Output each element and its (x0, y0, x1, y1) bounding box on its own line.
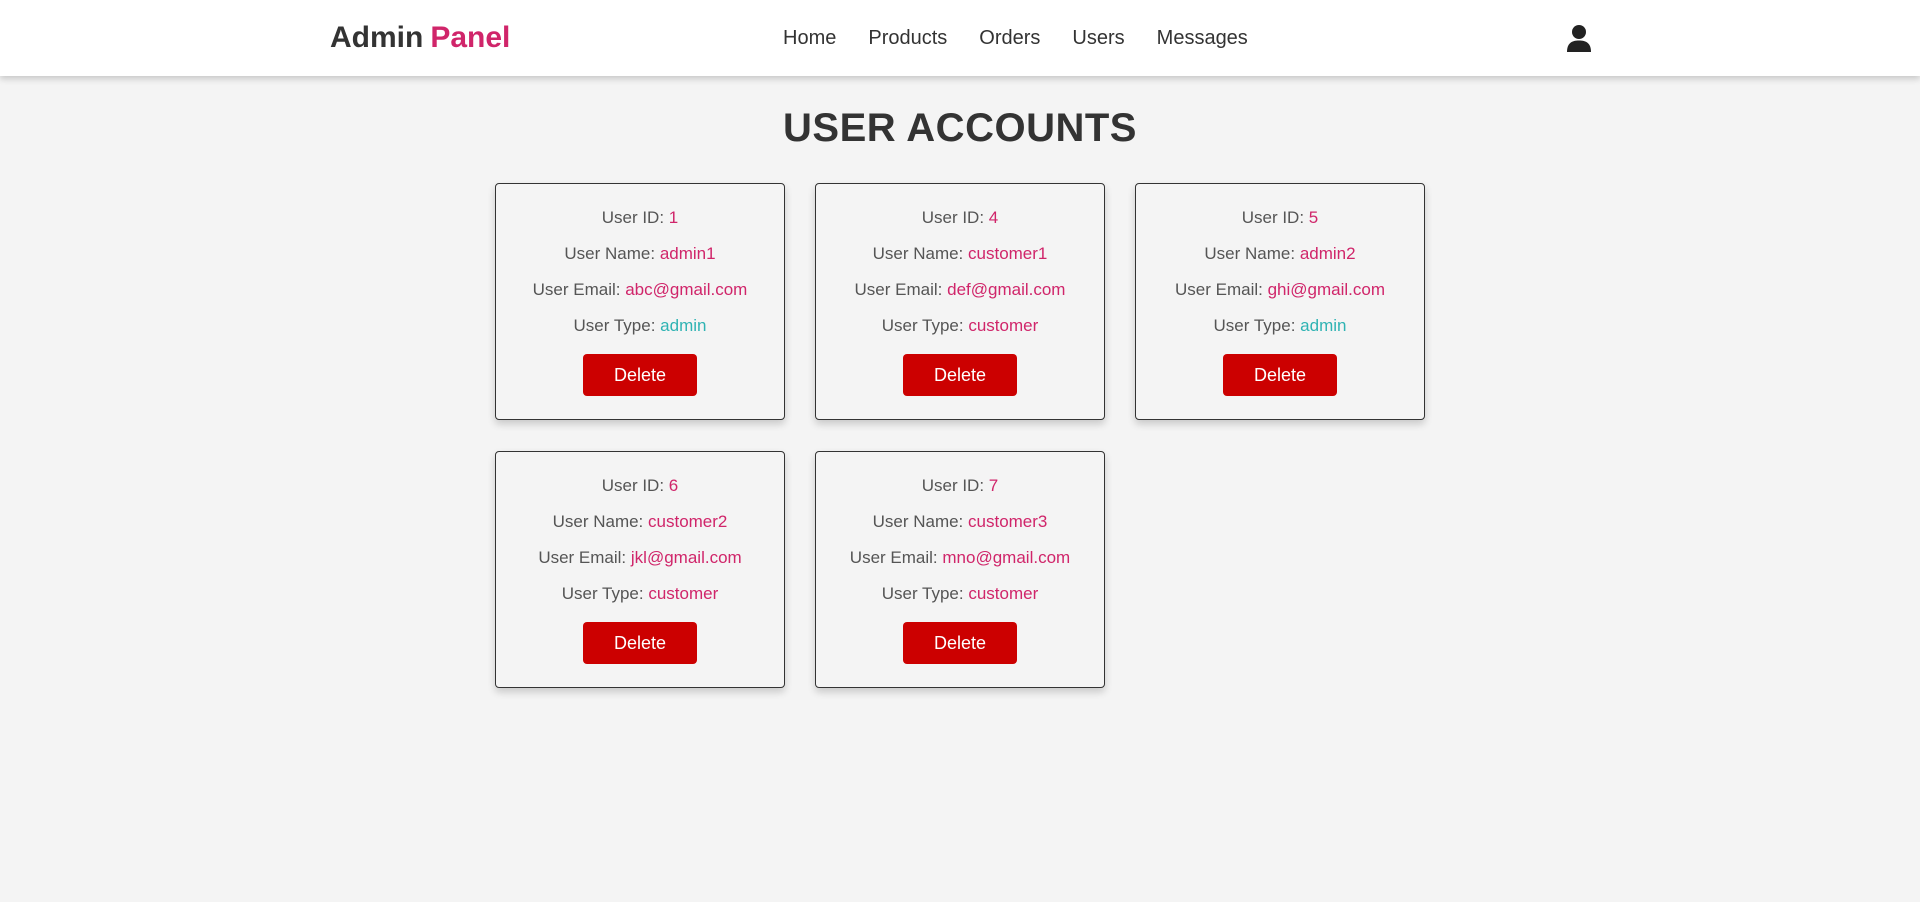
user-card: User ID: 1 User Name: admin1 User Email: a… (495, 183, 785, 420)
user-id-label: User ID: (601, 476, 665, 495)
user-id-row: User ID: 5 (1136, 208, 1424, 244)
user-email-row: User Email: ghi@gmail.com (1136, 280, 1424, 316)
user-id-row: User ID: 7 (816, 476, 1104, 512)
user-email-row: User Email: def@gmail.com (816, 280, 1104, 316)
user-name-row: User Name: customer2 (496, 512, 784, 548)
user-name-row: User Name: admin2 (1136, 244, 1424, 280)
user-name-label: User Name: (872, 512, 964, 531)
user-name-value: customer3 (968, 512, 1048, 531)
user-name-value: admin1 (659, 244, 716, 263)
user-email-label: User Email: (1175, 280, 1263, 299)
user-name-value: customer1 (968, 244, 1048, 263)
user-name-label: User Name: (564, 244, 656, 263)
user-email-value: abc@gmail.com (625, 280, 748, 299)
user-email-value: ghi@gmail.com (1267, 280, 1385, 299)
user-email-row: User Email: jkl@gmail.com (496, 548, 784, 584)
user-type-value: customer (648, 584, 719, 603)
user-type-row: User Type: customer (496, 584, 784, 620)
user-type-value: admin (660, 316, 707, 335)
user-email-row: User Email: mno@gmail.com (816, 548, 1104, 584)
user-email-label: User Email: (538, 548, 627, 567)
logo-accent: Panel (430, 21, 511, 54)
nav-users[interactable]: Users (1072, 25, 1124, 53)
user-name-row: User Name: customer1 (816, 244, 1104, 280)
user-type-row: User Type: customer (816, 316, 1104, 352)
user-type-row: User Type: admin (1136, 316, 1424, 352)
page-title: USER ACCOUNTS (783, 106, 1137, 150)
logo-main: Admin (330, 21, 424, 54)
user-card: User ID: 6 User Name: customer2 User Email… (495, 451, 785, 688)
user-email-value: jkl@gmail.com (630, 548, 742, 567)
user-id-row: User ID: 1 (496, 208, 784, 244)
user-type-row: User Type: admin (496, 316, 784, 352)
user-id-row: User ID: 6 (496, 476, 784, 512)
user-card: User ID: 4 User Name: customer1 User Email… (815, 183, 1105, 420)
user-id-label: User ID: (1241, 208, 1305, 227)
user-cards-grid: User ID: 1 User Name: admin1 User Email: a… (495, 183, 1425, 688)
user-name-label: User Name: (872, 244, 964, 263)
user-type-value: customer (968, 584, 1039, 603)
delete-button[interactable]: Delete (903, 622, 1017, 664)
nav-products[interactable]: Products (868, 25, 947, 53)
user-card: User ID: 5 User Name: admin2 User Email: g… (1135, 183, 1425, 420)
user-type-label: User Type: (561, 584, 644, 603)
user-id-label: User ID: (921, 208, 985, 227)
user-type-value: admin (1300, 316, 1347, 335)
user-type-label: User Type: (573, 316, 656, 335)
user-name-row: User Name: customer3 (816, 512, 1104, 548)
user-type-label: User Type: (1213, 316, 1296, 335)
user-id-value: 1 (668, 208, 679, 227)
user-email-row: User Email: abc@gmail.com (496, 280, 784, 316)
user-email-value: mno@gmail.com (942, 548, 1071, 567)
nav-home[interactable]: Home (783, 25, 836, 53)
delete-button[interactable]: Delete (1223, 354, 1337, 396)
user-name-row: User Name: admin1 (496, 244, 784, 280)
user-name-value: customer2 (648, 512, 728, 531)
user-name-value: admin2 (1299, 244, 1356, 263)
user-type-label: User Type: (881, 316, 964, 335)
user-type-label: User Type: (881, 584, 964, 603)
user-email-value: def@gmail.com (947, 280, 1066, 299)
user-id-label: User ID: (601, 208, 665, 227)
user-id-label: User ID: (921, 476, 985, 495)
nav-orders[interactable]: Orders (979, 25, 1040, 53)
user-card: User ID: 7 User Name: customer3 User Email… (815, 451, 1105, 688)
delete-button[interactable]: Delete (903, 354, 1017, 396)
nav-messages[interactable]: Messages (1157, 25, 1248, 53)
main-nav: Home Products Orders Users Messages (783, 25, 1248, 53)
user-id-value: 7 (988, 476, 999, 495)
delete-button[interactable]: Delete (583, 354, 697, 396)
header: Admin Panel Home Products Orders Users Me… (0, 0, 1920, 76)
user-email-label: User Email: (854, 280, 943, 299)
user-icon[interactable] (1565, 24, 1593, 54)
user-email-label: User Email: (849, 548, 938, 567)
user-email-label: User Email: (532, 280, 621, 299)
user-id-value: 4 (988, 208, 999, 227)
user-name-label: User Name: (552, 512, 644, 531)
delete-button[interactable]: Delete (583, 622, 697, 664)
user-id-row: User ID: 4 (816, 208, 1104, 244)
user-type-row: User Type: customer (816, 584, 1104, 620)
user-id-value: 6 (668, 476, 679, 495)
user-name-label: User Name: (1204, 244, 1296, 263)
user-id-value: 5 (1308, 208, 1319, 227)
user-type-value: customer (968, 316, 1039, 335)
logo[interactable]: Admin Panel (330, 20, 510, 56)
